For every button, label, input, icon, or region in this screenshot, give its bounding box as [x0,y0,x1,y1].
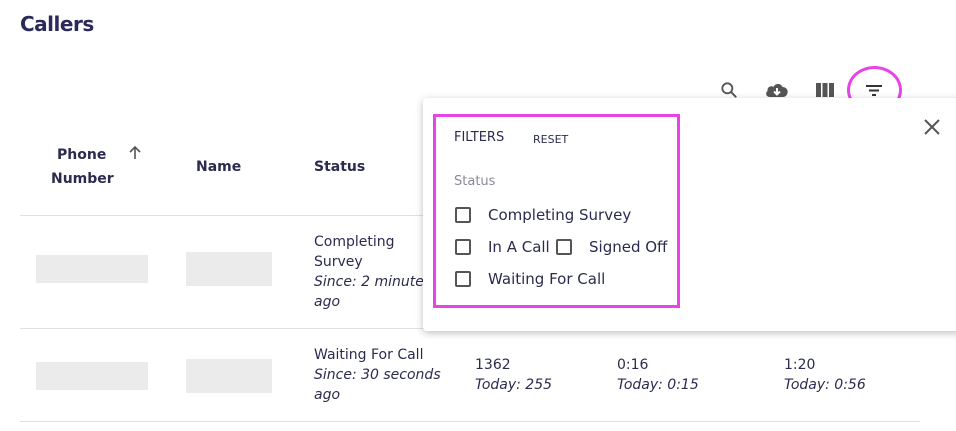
search-icon [721,82,737,98]
table-cell-duration: 1:20 Today: 0:56 [784,357,866,393]
header-phone-line1[interactable]: Phone [57,147,106,163]
name-placeholder [186,252,272,286]
view-column-icon [816,83,834,97]
name-placeholder [186,359,272,393]
row-divider [20,421,920,422]
close-icon[interactable] [921,116,943,138]
filter-option-in-a-call[interactable]: In A Call [455,238,550,256]
page-title: Callers [20,12,94,36]
checkbox[interactable] [455,271,471,287]
filters-title: FILTERS [454,130,505,145]
checkbox[interactable] [455,207,471,223]
arrow-up-icon[interactable] [128,145,142,161]
phone-placeholder [36,362,148,390]
checkbox[interactable] [455,239,471,255]
table-cell-calls: 1362 Today: 255 [475,357,553,393]
filter-option-waiting-for-call[interactable]: Waiting For Call [455,270,605,288]
filter-panel: FILTERS RESET Status Completing Survey I… [423,98,956,331]
header-phone-line2[interactable]: Number [51,171,114,187]
table-row-status: Waiting For Call Since: 30 seconds ago [314,347,441,403]
status-filter-label: Status [454,174,496,189]
filter-option-completing-survey[interactable]: Completing Survey [455,206,631,224]
phone-placeholder [36,255,148,283]
table-row-status: Completing Survey Since: 2 minutes ago [314,234,432,310]
reset-button[interactable]: RESET [533,133,568,146]
checkbox[interactable] [556,239,572,255]
header-status[interactable]: Status [314,159,365,175]
header-name[interactable]: Name [196,159,241,175]
filter-option-signed-off[interactable]: Signed Off [556,238,667,256]
table-cell-time: 0:16 Today: 0:15 [617,357,699,393]
